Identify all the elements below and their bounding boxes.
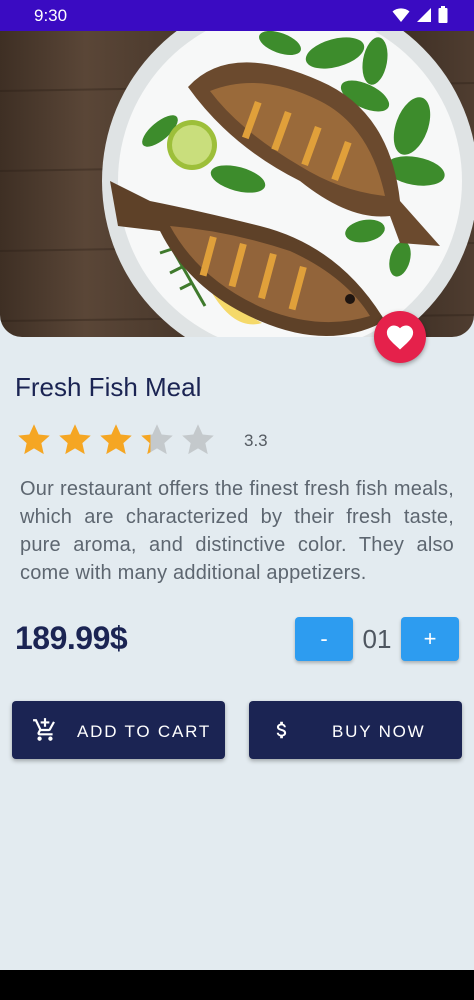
add-shopping-cart-icon <box>33 718 55 741</box>
quantity-value: 01 <box>362 624 392 654</box>
battery-icon <box>438 6 448 23</box>
rating-value: 3.3 <box>244 431 268 450</box>
rating-stars <box>16 422 216 458</box>
signal-icon <box>417 7 431 22</box>
add-to-cart-button[interactable]: ADD TO CART <box>12 701 225 759</box>
status-icons <box>392 6 448 23</box>
heart-icon <box>386 325 414 350</box>
product-title: Fresh Fish Meal <box>15 372 202 402</box>
product-image <box>0 31 474 337</box>
wifi-icon <box>392 7 410 22</box>
quantity-increase-button[interactable]: + <box>401 617 459 661</box>
product-price: 189.99$ <box>15 620 128 656</box>
fish-plate-illustration <box>0 31 474 337</box>
star-icon <box>59 424 91 455</box>
buy-now-button[interactable]: BUY NOW <box>249 701 462 759</box>
product-description: Our restaurant offers the finest fresh f… <box>20 478 454 584</box>
star-icon <box>182 424 214 455</box>
dollar-icon <box>276 721 287 739</box>
status-time: 9:30 <box>34 6 68 25</box>
system-navigation-bar <box>0 970 474 1000</box>
status-bar: 9:30 <box>0 0 474 31</box>
star-icon <box>18 424 50 455</box>
favorite-button[interactable] <box>374 311 426 363</box>
star-icon <box>141 424 173 455</box>
add-to-cart-label: ADD TO CART <box>77 722 212 741</box>
quantity-decrease-button[interactable]: - <box>295 617 353 661</box>
buy-now-label: BUY NOW <box>332 722 426 741</box>
star-icon <box>100 424 132 455</box>
